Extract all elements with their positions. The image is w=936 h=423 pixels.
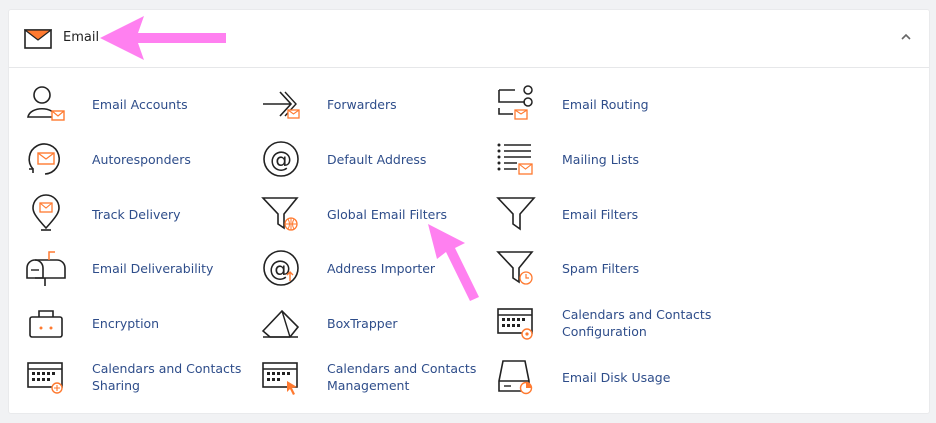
calendars-contacts-management-link[interactable]: Calendars and Contacts Management xyxy=(260,357,480,397)
item-label: Track Delivery xyxy=(92,206,181,222)
item-label: Email Deliverability xyxy=(92,260,214,276)
section-title: Email xyxy=(63,30,100,45)
svg-text:@: @ xyxy=(269,257,291,282)
spam-filters-link[interactable]: Spam Filters xyxy=(495,248,715,288)
item-label: Calendars and Contacts Configuration xyxy=(562,307,712,339)
email-disk-usage-link[interactable]: Email Disk Usage xyxy=(495,357,715,397)
calendar-share-icon xyxy=(25,357,67,397)
boxtrapper-link[interactable]: BoxTrapper xyxy=(260,303,480,343)
item-label: Calendars and Contacts Management xyxy=(327,361,477,393)
lock-key-icon xyxy=(25,303,67,343)
filter-icon xyxy=(495,194,537,234)
autoresponder-icon xyxy=(25,139,67,179)
email-deliverability-link[interactable]: Email Deliverability xyxy=(25,248,245,288)
item-label: Global Email Filters xyxy=(327,206,447,222)
mailing-lists-link[interactable]: Mailing Lists xyxy=(495,139,715,179)
svg-text:@: @ xyxy=(270,148,292,173)
autoresponders-link[interactable]: Autoresponders xyxy=(25,139,245,179)
email-panel: Email Email Accounts Forwarders Email Ro… xyxy=(8,9,930,414)
item-label: Mailing Lists xyxy=(562,151,640,167)
list-envelope-icon xyxy=(495,139,537,179)
item-label: Calendars and Contacts Sharing xyxy=(92,361,242,393)
item-label: Forwarders xyxy=(327,96,397,112)
disk-usage-icon xyxy=(495,357,537,397)
item-label: Email Accounts xyxy=(92,96,188,112)
item-label: BoxTrapper xyxy=(327,315,398,331)
default-address-link[interactable]: @ Default Address xyxy=(260,139,480,179)
item-label: Autoresponders xyxy=(92,151,191,167)
forward-arrow-icon xyxy=(260,84,302,124)
mailbox-icon xyxy=(25,248,67,288)
routing-icon xyxy=(495,84,537,124)
forwarders-link[interactable]: Forwarders xyxy=(260,84,480,124)
calendars-contacts-sharing-link[interactable]: Calendars and Contacts Sharing xyxy=(25,357,245,397)
item-label: Address Importer xyxy=(327,260,436,276)
at-sign-icon: @ xyxy=(260,139,302,179)
at-import-icon: @ xyxy=(260,248,302,288)
calendar-cursor-icon xyxy=(260,357,302,397)
item-label: Default Address xyxy=(327,151,427,167)
email-filters-link[interactable]: Email Filters xyxy=(495,194,715,234)
email-accounts-link[interactable]: Email Accounts xyxy=(25,84,245,124)
item-label: Email Filters xyxy=(562,206,639,222)
filter-globe-icon xyxy=(260,194,302,234)
address-importer-link[interactable]: @ Address Importer xyxy=(260,248,480,288)
item-label: Encryption xyxy=(92,315,160,331)
user-envelope-icon xyxy=(25,84,67,124)
location-pin-icon xyxy=(25,194,67,234)
encryption-link[interactable]: Encryption xyxy=(25,303,245,343)
email-routing-link[interactable]: Email Routing xyxy=(495,84,715,124)
global-email-filters-link[interactable]: Global Email Filters xyxy=(260,194,480,234)
item-label: Spam Filters xyxy=(562,260,640,276)
calendars-contacts-configuration-link[interactable]: Calendars and Contacts Configuration xyxy=(495,303,715,343)
box-trapper-icon xyxy=(260,303,302,343)
track-delivery-link[interactable]: Track Delivery xyxy=(25,194,245,234)
envelope-icon xyxy=(24,29,52,49)
filter-clock-icon xyxy=(495,248,537,288)
item-label: Email Routing xyxy=(562,96,649,112)
item-label: Email Disk Usage xyxy=(562,369,671,385)
email-section-header[interactable]: Email xyxy=(9,10,929,68)
chevron-up-icon[interactable] xyxy=(899,30,913,44)
calendar-gear-icon xyxy=(495,303,537,343)
